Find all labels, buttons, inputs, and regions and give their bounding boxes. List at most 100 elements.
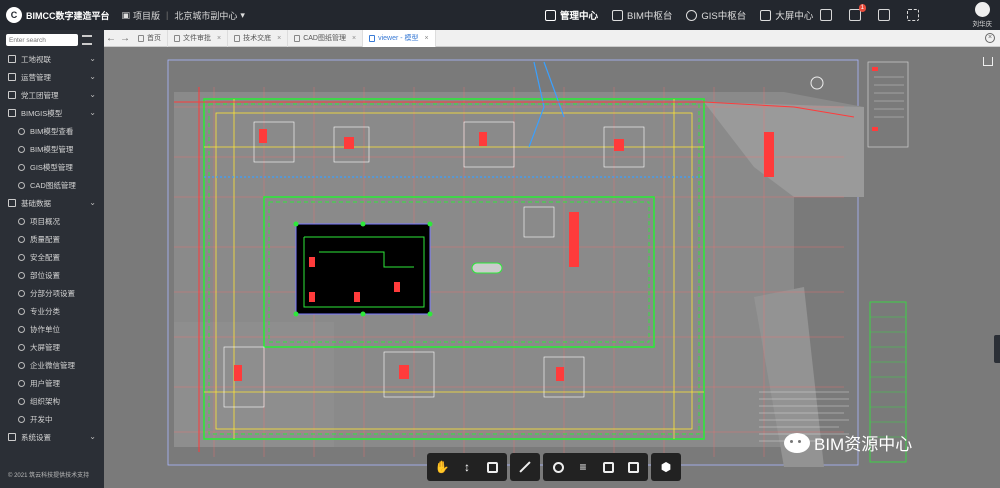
sidebar-item-label: 协作单位 <box>30 324 60 334</box>
nav-bigscreen-center[interactable]: 大屏中心 <box>760 0 813 30</box>
project-selector[interactable]: ▣ 项目版 | 北京城市副中心 ▾ <box>122 9 245 22</box>
menu-item-icon <box>18 127 25 135</box>
zoom-arrow-icon[interactable]: ↕ <box>456 456 478 478</box>
message-icon[interactable] <box>820 9 832 21</box>
nav-bim-hub[interactable]: BIM中枢台 <box>612 0 672 30</box>
tab[interactable]: viewer - 模型 × <box>363 29 436 47</box>
menu-item-icon <box>18 145 25 153</box>
sidebar-item[interactable]: 协作单位 <box>0 320 104 338</box>
sidebar-item-label: 项目概况 <box>30 216 60 226</box>
close-icon[interactable]: × <box>425 35 429 42</box>
properties-icon[interactable] <box>597 456 619 478</box>
nav-label: 管理中心 <box>560 11 599 22</box>
menu-item-icon <box>8 433 16 441</box>
sidebar-item[interactable]: 质量配置 <box>0 230 104 248</box>
sidebar-item[interactable]: 项目概况 <box>0 212 104 230</box>
forward-arrow-icon[interactable]: → <box>118 33 132 44</box>
collapse-menu-icon[interactable] <box>82 35 92 45</box>
sidebar-item[interactable]: 分部分项设置 <box>0 284 104 302</box>
toolbar-group-3d: ⬢ <box>651 453 681 481</box>
tab[interactable]: 首页 <box>132 29 168 47</box>
north-arrow <box>810 76 824 90</box>
sidebar-item-label: 基础数据 <box>21 198 51 208</box>
logo-icon: C <box>6 7 22 23</box>
title-block-rows <box>870 316 906 438</box>
cube-icon <box>612 9 624 21</box>
close-all-tabs-icon[interactable]: × <box>985 33 995 43</box>
fullscreen-icon[interactable] <box>907 9 919 21</box>
cad-viewer[interactable] <box>104 47 1000 488</box>
nav-gis-hub[interactable]: GIS中枢台 <box>686 0 746 30</box>
nav-label: GIS中枢台 <box>701 11 747 22</box>
close-icon[interactable]: × <box>217 35 221 42</box>
tab-page-icon <box>234 34 241 42</box>
tab-page-icon <box>369 34 376 42</box>
toolbar-group-measure <box>510 453 540 481</box>
menu-item-icon <box>18 343 25 351</box>
settings-gear-icon[interactable] <box>547 456 569 478</box>
sidebar-menu: 工地视联 ⌄ 运营管理 ⌄ 党工团管理 ⌄ BIMGIS模型 ⌄ BIM模型查看 BIM模型管理 G… <box>0 50 104 446</box>
legend-block <box>867 61 909 148</box>
sidebar-item[interactable]: CAD图纸管理 <box>0 176 104 194</box>
sidebar-item[interactable]: BIM模型管理 <box>0 140 104 158</box>
globe-icon <box>686 9 698 21</box>
search-input[interactable] <box>6 34 78 46</box>
layers-icon[interactable]: ≡ <box>572 456 594 478</box>
sidebar-item[interactable]: 基础数据 ⌄ <box>0 194 104 212</box>
tab[interactable]: 技术交底 × <box>228 29 289 47</box>
sidebar-item[interactable]: 党工团管理 ⌄ <box>0 86 104 104</box>
project-name: 北京城市副中心 <box>174 10 238 21</box>
sidebar-item[interactable]: 专业分类 <box>0 302 104 320</box>
camera-icon[interactable] <box>481 456 503 478</box>
sidebar-item[interactable]: 用户管理 <box>0 374 104 392</box>
nav-label: 大屏中心 <box>775 11 814 22</box>
close-icon[interactable]: × <box>277 35 281 42</box>
header-tools: 1 <box>820 0 919 30</box>
fullscreen-toggle-icon[interactable] <box>622 456 644 478</box>
tab[interactable]: CAD图纸管理 × <box>288 29 364 47</box>
cad-drawing[interactable] <box>104 47 1000 488</box>
menu-item-icon <box>8 55 16 63</box>
sidebar-item[interactable]: BIM模型查看 <box>0 122 104 140</box>
sidebar-item[interactable]: 部位设置 <box>0 266 104 284</box>
sidebar: 工地视联 ⌄ 运营管理 ⌄ 党工团管理 ⌄ BIMGIS模型 ⌄ BIM模型查看 BIM模型管理 G… <box>0 30 104 488</box>
tab-page-icon <box>294 34 301 42</box>
sidebar-item[interactable]: BIMGIS模型 ⌄ <box>0 104 104 122</box>
wechat-icon <box>784 432 810 453</box>
sidebar-item[interactable]: 安全配置 <box>0 248 104 266</box>
sidebar-item[interactable]: 大屏管理 <box>0 338 104 356</box>
user-menu[interactable]: 刘华庆 <box>973 2 992 28</box>
project-label: 项目版 <box>133 10 161 21</box>
panel-handle[interactable] <box>994 335 1000 363</box>
home-icon[interactable] <box>983 57 993 66</box>
sidebar-item[interactable]: 开发中 <box>0 410 104 428</box>
sidebar-item-label: 部位设置 <box>30 270 60 280</box>
toolbar-group-tools: ≡ <box>543 453 648 481</box>
sidebar-item[interactable]: 系统设置 ⌄ <box>0 428 104 446</box>
notification-icon[interactable]: 1 <box>849 4 866 21</box>
sidebar-item[interactable]: 组织架构 <box>0 392 104 410</box>
pan-hand-icon[interactable]: ✋ <box>431 456 453 478</box>
menu-item-icon <box>8 109 16 117</box>
measure-ruler-icon[interactable] <box>514 456 536 478</box>
sidebar-item-label: GIS模型管理 <box>30 162 73 172</box>
tab[interactable]: 文件审批 × <box>168 29 229 47</box>
sidebar-item[interactable]: 运营管理 ⌄ <box>0 68 104 86</box>
sidebar-item-label: BIMGIS模型 <box>21 108 63 118</box>
watermark: BIM资源中心 <box>784 430 912 455</box>
top-nav: 管理中心 BIM中枢台 GIS中枢台 大屏中心 <box>545 0 813 30</box>
sidebar-item-label: 质量配置 <box>30 234 60 244</box>
nav-management-center[interactable]: 管理中心 <box>545 0 598 30</box>
ramp-symbol <box>471 262 503 274</box>
menu-item-icon <box>18 217 25 225</box>
tablet-icon[interactable] <box>878 9 890 21</box>
sidebar-item[interactable]: 企业微信管理 <box>0 356 104 374</box>
menu-item-icon <box>18 397 25 405</box>
cube-view-icon[interactable]: ⬢ <box>655 456 677 478</box>
sidebar-item[interactable]: 工地视联 ⌄ <box>0 50 104 68</box>
divider: | <box>166 10 169 20</box>
close-icon[interactable]: × <box>352 35 356 42</box>
app-logo[interactable]: C BIMCC数字建造平台 <box>0 7 110 23</box>
sidebar-item[interactable]: GIS模型管理 <box>0 158 104 176</box>
back-arrow-icon[interactable]: ← <box>104 33 118 44</box>
